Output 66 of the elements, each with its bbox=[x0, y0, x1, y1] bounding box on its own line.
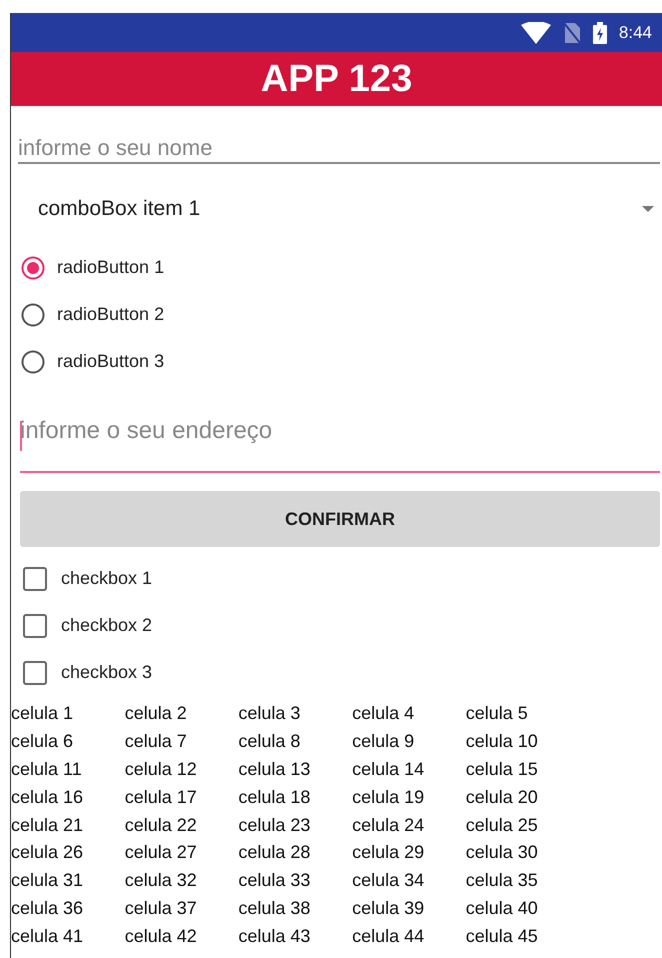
radio-button[interactable] bbox=[21, 350, 45, 374]
table-cell-text: celula 45 bbox=[466, 926, 539, 947]
table-cell-text: celula 25 bbox=[466, 814, 539, 836]
table-cell-text: celula 33 bbox=[238, 870, 312, 892]
table-cell-text: celula 31 bbox=[11, 870, 84, 892]
table-cell-text: celula 43 bbox=[238, 926, 312, 947]
checkbox[interactable] bbox=[23, 614, 47, 638]
radio-label: radioButton 2 bbox=[57, 304, 164, 325]
table-cell-text: celula 27 bbox=[124, 842, 198, 864]
confirm-button[interactable]: CONFIRMAR bbox=[20, 491, 660, 547]
table-cell-text: celula 36 bbox=[11, 898, 84, 919]
status-time: 8:44 bbox=[618, 22, 652, 42]
table-cell-text: celula 1 bbox=[11, 703, 74, 724]
radio-button[interactable] bbox=[21, 256, 45, 280]
table-cell-text: celula 8 bbox=[238, 731, 302, 752]
dropdown-caret-icon bbox=[642, 206, 654, 212]
table-cell-text: celula 7 bbox=[124, 731, 188, 752]
checkbox-label: checkbox 2 bbox=[61, 615, 152, 636]
table-cell-text: celula 34 bbox=[352, 870, 426, 892]
checkbox[interactable] bbox=[23, 566, 47, 590]
table-cell-text: celula 23 bbox=[238, 814, 312, 836]
table-cell-text: celula 30 bbox=[466, 842, 539, 864]
table-cell-text: celula 42 bbox=[124, 926, 198, 947]
table-cell-text: celula 2 bbox=[124, 703, 188, 724]
table-cell-text: celula 4 bbox=[352, 703, 416, 724]
name-input-field[interactable]: informe o seu nome bbox=[18, 134, 660, 164]
table-cell-text: celula 26 bbox=[11, 842, 84, 864]
checkbox-label: checkbox 3 bbox=[61, 662, 152, 683]
table-cell-text: celula 17 bbox=[124, 786, 198, 808]
radio-button[interactable] bbox=[21, 302, 45, 326]
checkbox[interactable] bbox=[23, 660, 47, 684]
wifi-icon bbox=[520, 22, 551, 44]
table-cell-text: celula 44 bbox=[352, 926, 426, 947]
table-cell-text: celula 12 bbox=[124, 758, 198, 780]
combo-box[interactable]: comboBox item 1 bbox=[18, 184, 660, 234]
table-cell-text: celula 37 bbox=[124, 898, 198, 919]
table-cell-text: celula 38 bbox=[238, 898, 312, 919]
table-cell-text: celula 40 bbox=[466, 898, 539, 919]
table-cell-text: celula 24 bbox=[352, 814, 426, 836]
app-title: APP 123 bbox=[260, 58, 412, 100]
table-cell-text: celula 15 bbox=[466, 758, 539, 780]
radio-label: radioButton 1 bbox=[57, 257, 164, 278]
checkbox-label: checkbox 1 bbox=[61, 568, 152, 589]
table-cell-text: celula 5 bbox=[466, 703, 529, 724]
table-cell-text: celula 28 bbox=[238, 842, 312, 864]
table-cell-text: celula 21 bbox=[11, 814, 84, 836]
table-cell-text: celula 22 bbox=[124, 814, 198, 836]
table-cell-text: celula 35 bbox=[466, 870, 539, 892]
table-cell-text: celula 39 bbox=[352, 898, 426, 919]
table-cell-text: celula 29 bbox=[352, 842, 426, 864]
table-cell-text: celula 3 bbox=[238, 703, 302, 724]
radio-label: radioButton 3 bbox=[57, 351, 164, 372]
table-cell-text: celula 32 bbox=[124, 870, 198, 892]
table-cell-text: celula 10 bbox=[466, 731, 539, 752]
table-cell-text: celula 9 bbox=[352, 731, 416, 752]
battery-icon bbox=[592, 22, 607, 44]
table-cell-text: celula 6 bbox=[11, 731, 74, 752]
table-cell-text: celula 41 bbox=[11, 926, 84, 947]
no-sim-icon bbox=[562, 22, 581, 44]
table-cell-text: celula 18 bbox=[238, 786, 312, 808]
table-cell-text: celula 16 bbox=[11, 786, 84, 808]
table-cell-text: celula 19 bbox=[352, 786, 426, 808]
table-cell-text: celula 20 bbox=[466, 786, 539, 808]
table-cell-text: celula 11 bbox=[11, 758, 83, 780]
table-cell-text: celula 13 bbox=[238, 758, 312, 780]
table-cell-text: celula 14 bbox=[352, 758, 426, 780]
